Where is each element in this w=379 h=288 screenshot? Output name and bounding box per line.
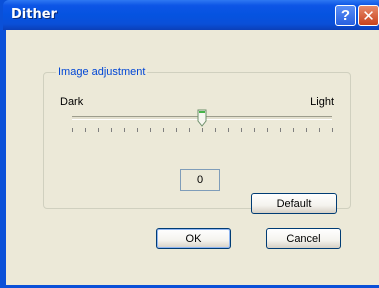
slider-tick [306,128,307,132]
ok-button-label: OK [185,232,202,245]
slider-tick [189,128,190,132]
slider-tick [215,128,216,132]
dialog-body: Image adjustment Dark Light 0 Default OK… [6,30,379,285]
slider-min-label: Dark [60,96,84,108]
help-button[interactable]: ? [335,5,356,26]
slider-tick [98,128,99,132]
slider-tick [293,128,294,132]
default-button[interactable]: Default [251,193,337,214]
default-button-label: Default [276,197,312,210]
slider-tick [202,128,203,132]
slider-tick [228,128,229,132]
slider-tick [176,128,177,132]
slider-tick [111,128,112,132]
slider-max-label: Light [310,96,334,108]
window-title: Dither [11,7,57,22]
cancel-button-label: Cancel [286,232,321,245]
slider-tick [332,128,333,132]
slider-tick [280,128,281,132]
slider-tick [267,128,268,132]
image-adjustment-group: Image adjustment Dark Light 0 Default [43,66,351,214]
slider-ticks [72,128,334,132]
slider-tick [319,128,320,132]
question-mark-icon: ? [340,7,351,24]
close-button[interactable]: ✕ [358,5,379,26]
close-icon: ✕ [362,7,375,25]
group-legend: Image adjustment [56,66,148,78]
slider-value-text: 0 [196,174,204,186]
slider-tick [124,128,125,132]
slider-tick [241,128,242,132]
slider-value-display: 0 [180,169,220,191]
slider-tick [137,128,138,132]
dither-dialog: Dither ? ✕ Image adjustment Dark Light 0… [0,0,379,288]
slider-tick [72,128,73,132]
slider-thumb[interactable] [197,109,207,127]
title-bar[interactable]: Dither ? ✕ [3,0,379,30]
slider-tick [254,128,255,132]
slider-tick [163,128,164,132]
slider-tick [150,128,151,132]
cancel-button[interactable]: Cancel [266,228,341,249]
slider-tick [85,128,86,132]
ok-button[interactable]: OK [156,228,231,249]
